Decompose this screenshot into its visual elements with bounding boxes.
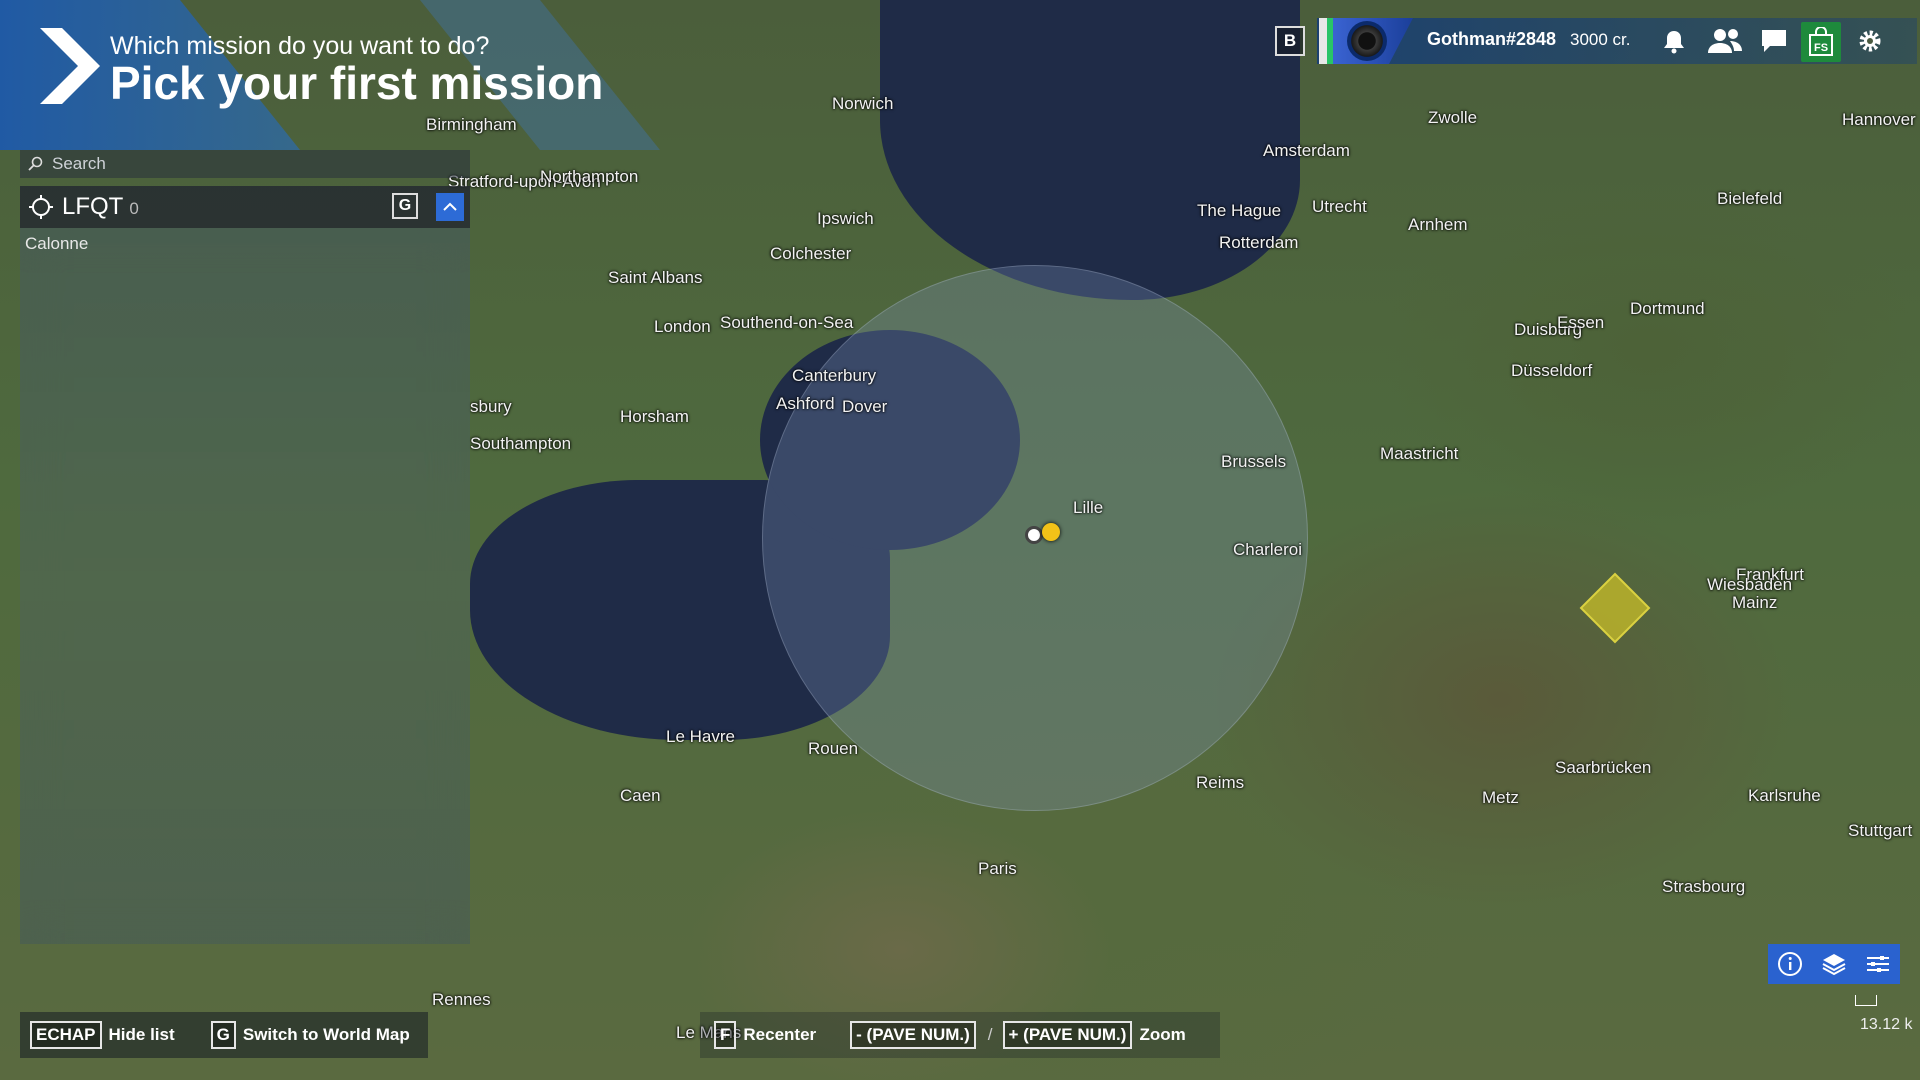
zoom-in-key[interactable]: + (PAVE NUM.) (1002, 1021, 1133, 1049)
city-label: Bielefeld (1717, 189, 1783, 208)
city-label: Utrecht (1312, 197, 1367, 216)
recenter-key[interactable]: F (714, 1021, 737, 1049)
city-label: Essen (1557, 313, 1605, 332)
city-label: Arnhem (1408, 215, 1468, 234)
search-input[interactable] (50, 153, 454, 175)
world-map-key-button[interactable]: G (392, 193, 418, 219)
world-map-label[interactable]: Switch to World Map (243, 1025, 410, 1045)
city-label: Saint Albans (608, 268, 703, 287)
list-item[interactable]: Calonne (25, 234, 88, 254)
avatar-frame (1319, 18, 1327, 64)
city-label: Southampton (470, 434, 572, 453)
airport-code: LFQT (62, 193, 124, 220)
city-label: Düsseldorf (1511, 361, 1593, 380)
north-sea-north (1000, 0, 1300, 120)
hint-bar-left: ECHAP Hide list G Switch to World Map (20, 1012, 428, 1058)
credits-balance: 3000 cr. (1570, 30, 1631, 49)
top-bar: B Gothman#2848 3000 cr. FS (1275, 18, 1917, 64)
city-label: Charleroi (1233, 540, 1302, 559)
zoom-separator: / (987, 1025, 993, 1044)
mission-marker[interactable] (1042, 523, 1060, 541)
city-label: Maastricht (1380, 444, 1459, 463)
svg-text:FS: FS (1814, 42, 1828, 54)
city-label: Metz (1482, 788, 1519, 807)
hide-list-label[interactable]: Hide list (109, 1025, 175, 1045)
layers-icon[interactable] (1821, 951, 1847, 977)
city-label: Dover (842, 397, 888, 416)
city-label: Brussels (1221, 452, 1287, 471)
city-label: Mainz (1732, 593, 1778, 612)
city-label: Canterbury (792, 366, 877, 385)
search-icon (28, 156, 43, 171)
online-indicator (1327, 18, 1333, 64)
city-label: Northampton (540, 167, 639, 186)
chevron-up-icon (443, 202, 457, 211)
chevron-right-icon (40, 28, 100, 104)
page-title: Pick your first mission (110, 57, 604, 109)
city-label: Rennes (432, 990, 491, 1009)
chat-icon[interactable] (1759, 26, 1789, 56)
city-label: Zwolle (1428, 108, 1478, 127)
city-label: Stuttgart (1848, 821, 1913, 840)
map-tools (1768, 944, 1900, 984)
city-label: Reims (1196, 773, 1245, 792)
username[interactable]: Gothman#2848 (1427, 29, 1556, 50)
search-box[interactable] (20, 150, 470, 178)
city-label: Hannover (1842, 110, 1916, 129)
hint-bar-center: F Recenter - (PAVE NUM.) / + (PAVE NUM.)… (700, 1012, 1220, 1058)
world-map-key[interactable]: G (210, 1021, 236, 1049)
city-label: Saarbrücken (1555, 758, 1652, 777)
city-label: Ipswich (817, 209, 874, 228)
city-label: Strasbourg (1662, 877, 1746, 896)
info-icon[interactable] (1777, 951, 1803, 977)
city-label: Wiesbaden (1707, 575, 1793, 594)
city-label: Birmingham (426, 115, 517, 134)
bell-icon[interactable] (1659, 26, 1689, 56)
hide-list-key[interactable]: ECHAP (30, 1021, 102, 1049)
city-label: Le Havre (666, 727, 735, 746)
city-label: Ashford (776, 394, 835, 413)
city-label: London (654, 317, 711, 336)
city-label: Caen (620, 786, 661, 805)
poi-marker[interactable] (1579, 572, 1651, 644)
crosshair-icon (29, 195, 53, 219)
zoom-label: Zoom (1139, 1025, 1186, 1044)
collapse-button[interactable] (436, 193, 464, 221)
airport-count: 0 (129, 199, 139, 218)
city-label: Dortmund (1630, 299, 1705, 318)
marketplace-icon[interactable]: FS (1801, 22, 1841, 62)
city-label: Amsterdam (1263, 141, 1350, 160)
city-label: Karlsruhe (1748, 786, 1821, 805)
zoom-out-key[interactable]: - (PAVE NUM.) (850, 1021, 976, 1049)
city-label: Southend-on-Sea (720, 313, 854, 332)
city-label: Lille (1073, 498, 1104, 517)
recenter-label[interactable]: Recenter (743, 1025, 816, 1045)
city-label: Rotterdam (1219, 233, 1299, 252)
settings-icon[interactable] (1855, 26, 1885, 56)
avatar-image (1347, 21, 1387, 61)
friends-icon[interactable] (1705, 26, 1745, 56)
city-label: sbury (470, 397, 512, 416)
city-label: Horsham (620, 407, 689, 426)
city-label: Paris (978, 859, 1017, 878)
b-key-button[interactable]: B (1275, 26, 1305, 56)
scale-bar (1855, 995, 1877, 1006)
mission-list: Calonne (20, 228, 470, 944)
city-label: Norwich (832, 94, 894, 113)
airport-header[interactable]: LFQT 0 G (20, 186, 470, 228)
airport-pin[interactable] (1025, 526, 1043, 544)
scale-label: 13.12 k (1860, 1016, 1913, 1033)
city-label: Colchester (770, 244, 852, 263)
city-label: Rouen (808, 739, 859, 758)
city-label: The Hague (1197, 201, 1282, 220)
filters-icon[interactable] (1865, 951, 1891, 977)
